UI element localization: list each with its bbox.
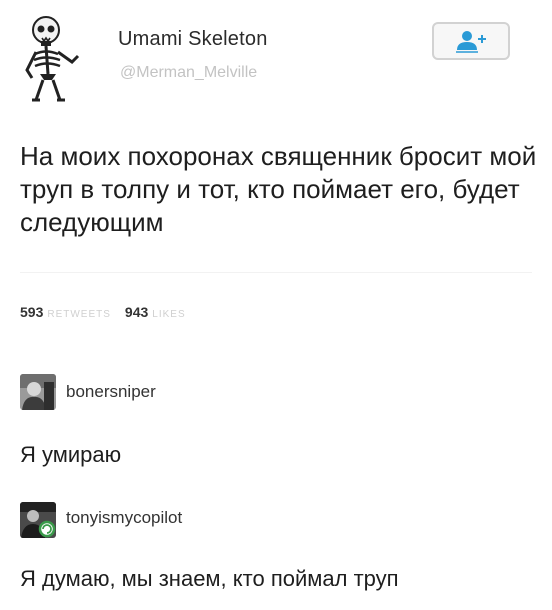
divider (20, 272, 532, 273)
commenter-avatar-2[interactable] (20, 502, 56, 538)
likes-label: LIKES (152, 309, 186, 320)
author-handle[interactable]: @Merman_Melville (120, 64, 257, 82)
commenter-username-1[interactable]: bonersniper (66, 382, 156, 402)
tweet-stats: 593 RETWEETS 943 LIKES (20, 304, 200, 320)
person-portrait-icon (20, 502, 56, 538)
comment-text-2: Я думаю, мы знаем, кто поймал труп (20, 566, 399, 591)
commenter-avatar-1[interactable] (20, 374, 56, 410)
person-portrait-icon (20, 374, 56, 410)
author-avatar[interactable] (22, 14, 82, 102)
retweets-count[interactable]: 593 (20, 304, 43, 320)
add-user-icon (456, 31, 486, 53)
tweet-header: Umami Skeleton @Merman_Melville (0, 0, 552, 110)
author-name[interactable]: Umami Skeleton (118, 28, 268, 51)
commenter-username-2[interactable]: tonyismycopilot (66, 508, 182, 528)
skeleton-icon (25, 16, 80, 102)
comment-text-1: Я умираю (20, 442, 122, 467)
tweet-text: На моих похоронах священник бросит мой т… (20, 141, 537, 237)
likes-count[interactable]: 943 (125, 304, 148, 320)
follow-button[interactable] (432, 22, 510, 60)
retweets-label: RETWEETS (47, 309, 111, 320)
